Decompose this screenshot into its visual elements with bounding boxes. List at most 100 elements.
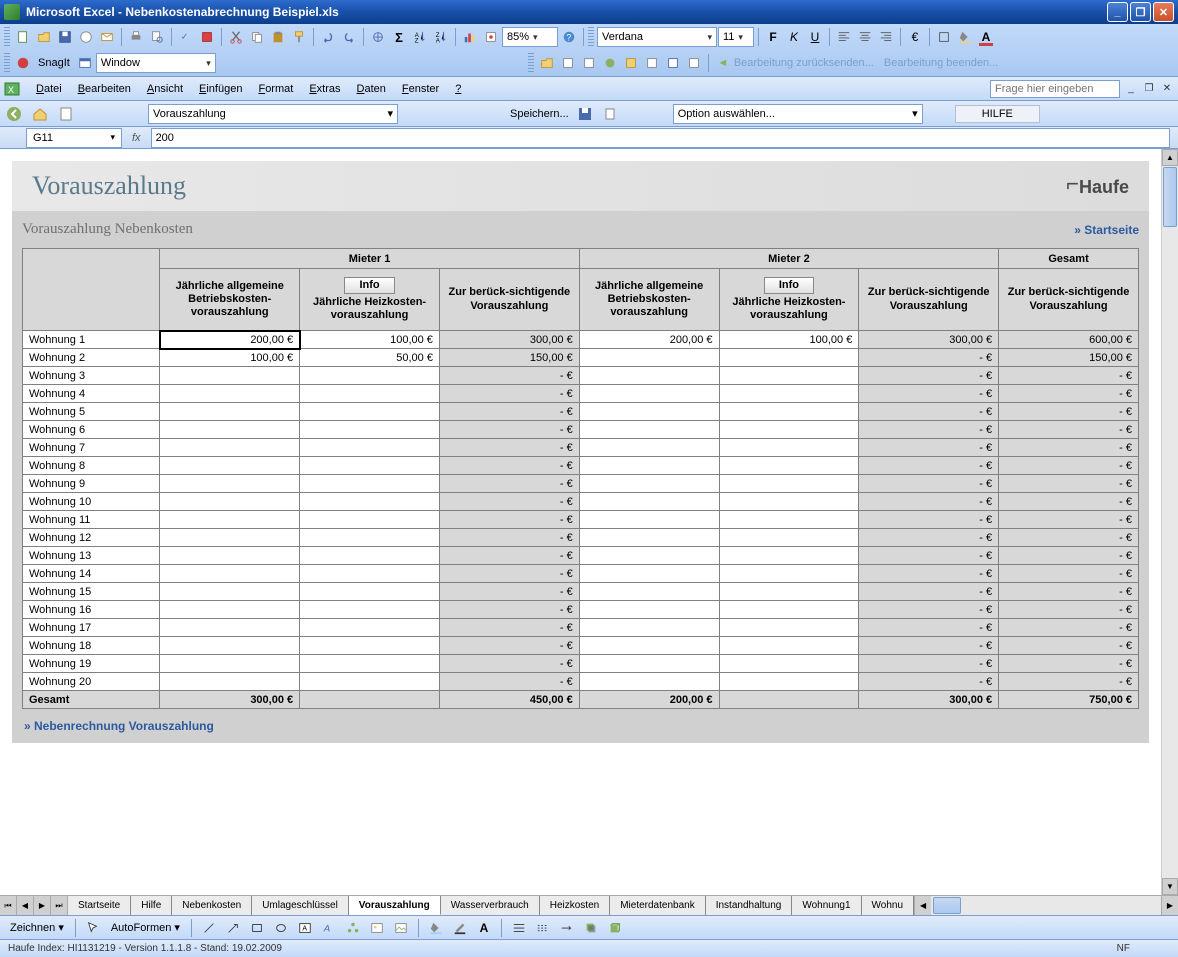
cell-m2b[interactable] <box>579 349 719 367</box>
menu-daten[interactable]: Daten <box>349 81 394 97</box>
cell-m1s[interactable]: - € <box>439 385 579 403</box>
line-color-icon[interactable] <box>450 918 470 938</box>
sheet-tab-nebenkosten[interactable]: Nebenkosten <box>172 896 252 915</box>
toolbar-grip[interactable] <box>528 53 534 73</box>
menu-datei[interactable]: Datei <box>28 81 70 97</box>
fontsize-combo[interactable]: 11▾ <box>718 27 754 47</box>
cell-m2s[interactable]: - € <box>859 385 999 403</box>
hscroll-left-icon[interactable]: ◀ <box>914 896 931 915</box>
format-painter-icon[interactable] <box>289 27 309 47</box>
cell-m1b[interactable] <box>160 457 300 475</box>
cell-m2h[interactable] <box>719 583 859 601</box>
scroll-up-icon[interactable]: ▲ <box>1162 149 1178 166</box>
cell-m1s[interactable]: - € <box>439 457 579 475</box>
cell-m2h[interactable] <box>719 385 859 403</box>
nav-doc-icon[interactable] <box>56 104 76 124</box>
line-icon[interactable] <box>199 918 219 938</box>
sort-asc-icon[interactable]: AZ <box>410 27 430 47</box>
nav-back-icon[interactable] <box>4 104 24 124</box>
cell-g[interactable]: 600,00 € <box>999 331 1139 349</box>
cell-m2b[interactable] <box>579 637 719 655</box>
textbox-icon[interactable]: A <box>295 918 315 938</box>
cell-m1b[interactable] <box>160 439 300 457</box>
font-color-draw-icon[interactable]: A <box>474 918 494 938</box>
cell-g[interactable]: - € <box>999 601 1139 619</box>
cell-m1h[interactable] <box>300 475 440 493</box>
cell-m2s[interactable]: - € <box>859 367 999 385</box>
open-icon[interactable] <box>34 27 54 47</box>
cell-m1b[interactable] <box>160 673 300 691</box>
cell-m1h[interactable] <box>300 565 440 583</box>
fill-color-draw-icon[interactable] <box>426 918 446 938</box>
paste-icon[interactable] <box>268 27 288 47</box>
cell-m1s[interactable]: 150,00 € <box>439 349 579 367</box>
cell-m2b[interactable] <box>579 601 719 619</box>
cell-m2s[interactable]: - € <box>859 619 999 637</box>
cell-m2b[interactable] <box>579 367 719 385</box>
sheet-tab-heizkosten[interactable]: Heizkosten <box>540 896 610 915</box>
sheet-tab-instandhaltung[interactable]: Instandhaltung <box>706 896 793 915</box>
cell-m1b[interactable] <box>160 367 300 385</box>
cell-m2h[interactable] <box>719 655 859 673</box>
cell-g[interactable]: - € <box>999 385 1139 403</box>
sheet-tab-startseite[interactable]: Startseite <box>68 896 131 915</box>
hscroll-right-icon[interactable]: ▶ <box>1161 896 1178 915</box>
cell-m1h[interactable] <box>300 457 440 475</box>
menu-einfügen[interactable]: Einfügen <box>191 81 250 97</box>
cell-m2b[interactable] <box>579 457 719 475</box>
cell-m2s[interactable]: - € <box>859 583 999 601</box>
tab-last-icon[interactable]: ⏭ <box>51 896 68 915</box>
cell-m2s[interactable]: - € <box>859 637 999 655</box>
cell-m1b[interactable] <box>160 493 300 511</box>
cell-m1h[interactable] <box>300 529 440 547</box>
diagram-icon[interactable] <box>343 918 363 938</box>
select-icon[interactable] <box>83 918 103 938</box>
cell-m1s[interactable]: - € <box>439 367 579 385</box>
cell-m1h[interactable]: 50,00 € <box>300 349 440 367</box>
cell-m2h[interactable]: 100,00 € <box>719 331 859 349</box>
cell-m1h[interactable] <box>300 601 440 619</box>
cell-m1b[interactable]: 200,00 € <box>160 331 300 349</box>
tbx4-icon[interactable] <box>621 53 641 73</box>
cell-m1h[interactable] <box>300 673 440 691</box>
review-prev-icon[interactable]: ◄ <box>713 53 733 73</box>
arrow-icon[interactable] <box>223 918 243 938</box>
arrow-style-icon[interactable] <box>557 918 577 938</box>
cell-m1s[interactable]: - € <box>439 673 579 691</box>
info-button-m1[interactable]: Info <box>344 277 394 294</box>
nav-home-icon[interactable] <box>30 104 50 124</box>
font-color-icon[interactable]: A <box>976 27 996 47</box>
tab-first-icon[interactable]: ⏮ <box>0 896 17 915</box>
zoom-combo[interactable]: 85%▾ <box>502 27 558 47</box>
cell-m2b[interactable] <box>579 475 719 493</box>
cell-m2b[interactable] <box>579 493 719 511</box>
tbx3-icon[interactable] <box>600 53 620 73</box>
fill-color-icon[interactable] <box>955 27 975 47</box>
cell-m2s[interactable]: - € <box>859 475 999 493</box>
tab-prev-icon[interactable]: ◀ <box>17 896 34 915</box>
chartwiz-icon[interactable] <box>460 27 480 47</box>
cell-m2h[interactable] <box>719 493 859 511</box>
menu-fenster[interactable]: Fenster <box>394 81 447 97</box>
cell-m2h[interactable] <box>719 547 859 565</box>
toolbar-grip[interactable] <box>4 53 10 73</box>
cell-m2h[interactable] <box>719 421 859 439</box>
cell-m2s[interactable]: - € <box>859 439 999 457</box>
sheet-tab-wasserverbrauch[interactable]: Wasserverbrauch <box>441 896 540 915</box>
cell-m2h[interactable] <box>719 511 859 529</box>
save-copy-icon[interactable] <box>601 104 621 124</box>
name-box[interactable]: G11▾ <box>26 128 122 148</box>
ask-input[interactable] <box>990 80 1120 98</box>
cell-m2b[interactable] <box>579 439 719 457</box>
cell-g[interactable]: - € <box>999 637 1139 655</box>
cell-m1s[interactable]: - € <box>439 421 579 439</box>
print-icon[interactable] <box>126 27 146 47</box>
save-label[interactable]: Speichern... <box>510 108 569 120</box>
picture-icon[interactable] <box>391 918 411 938</box>
mail-icon[interactable] <box>97 27 117 47</box>
cell-m1h[interactable] <box>300 547 440 565</box>
cell-m1b[interactable] <box>160 403 300 421</box>
minimize-button[interactable]: _ <box>1107 2 1128 22</box>
cell-m2h[interactable] <box>719 475 859 493</box>
permission-icon[interactable] <box>76 27 96 47</box>
